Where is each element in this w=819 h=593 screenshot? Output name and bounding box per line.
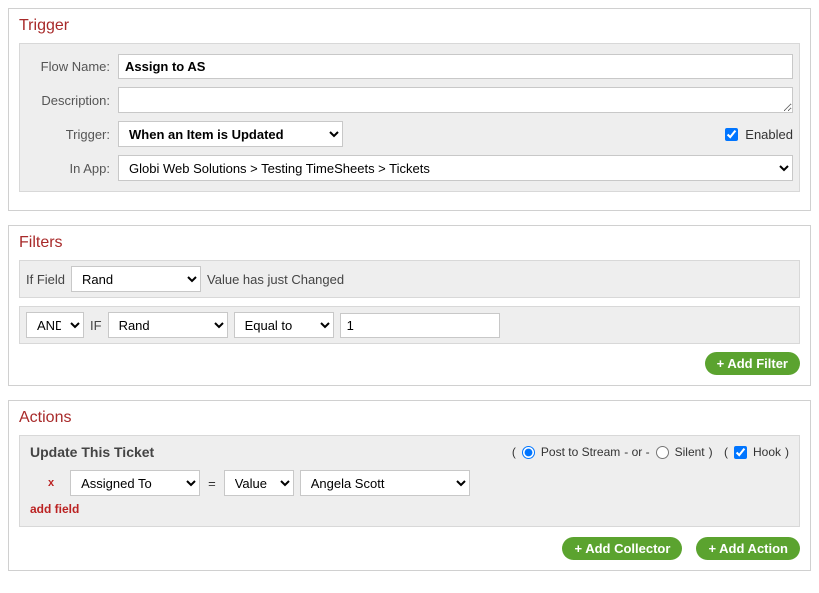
action-mode-select[interactable]: Value	[224, 470, 294, 496]
enabled-checkbox[interactable]	[725, 128, 738, 141]
trigger-label: Trigger:	[26, 127, 118, 142]
trigger-form: Flow Name: Description: Trigger: When an…	[19, 43, 800, 192]
filter2-op-select[interactable]: Equal to	[234, 312, 334, 338]
filter2-value-input[interactable]	[340, 313, 500, 338]
filters-title: Filters	[19, 234, 800, 252]
value-changed-text: Value has just Changed	[207, 272, 344, 287]
action-value-select[interactable]: Angela Scott	[300, 470, 470, 496]
filter2-field-select[interactable]: Rand	[108, 312, 228, 338]
flow-name-row: Flow Name:	[26, 50, 793, 83]
paren-close: )	[709, 445, 713, 459]
in-app-select[interactable]: Globi Web Solutions > Testing TimeSheets…	[118, 155, 793, 181]
add-collector-button[interactable]: + Add Collector	[562, 537, 682, 560]
trigger-title: Trigger	[19, 17, 800, 35]
trigger-row: Trigger: When an Item is Updated Enabled	[26, 117, 793, 151]
conjunction-select[interactable]: AND	[26, 312, 84, 338]
paren-open: (	[512, 445, 516, 459]
action-title: Update This Ticket	[30, 444, 154, 460]
action-box: Update This Ticket ( Post to Stream - or…	[19, 435, 800, 527]
action-field-select[interactable]: Assigned To	[70, 470, 200, 496]
paren-open2: (	[724, 445, 728, 459]
trigger-panel: Trigger Flow Name: Description: Trigger:…	[8, 8, 811, 211]
action-line: x Assigned To = Value Angela Scott	[30, 468, 789, 502]
paren-close2: )	[785, 445, 789, 459]
filters-panel: Filters If Field Rand Value has just Cha…	[8, 225, 811, 386]
silent-radio[interactable]	[656, 446, 669, 459]
if-field-label: If Field	[26, 272, 65, 287]
in-app-label: In App:	[26, 161, 118, 176]
trigger-select[interactable]: When an Item is Updated	[118, 121, 343, 147]
flow-name-label: Flow Name:	[26, 59, 118, 74]
description-label: Description:	[26, 93, 118, 108]
post-to-stream-radio[interactable]	[522, 446, 535, 459]
in-app-row: In App: Globi Web Solutions > Testing Ti…	[26, 151, 793, 185]
or-text: - or -	[624, 445, 649, 459]
add-field-link[interactable]: add field	[30, 502, 789, 516]
enabled-wrap: Enabled	[721, 125, 793, 144]
hook-checkbox[interactable]	[734, 446, 747, 459]
enabled-label: Enabled	[745, 127, 793, 142]
add-filter-button[interactable]: + Add Filter	[705, 352, 800, 375]
description-row: Description:	[26, 83, 793, 117]
filters-button-row: + Add Filter	[19, 352, 800, 375]
add-action-button[interactable]: + Add Action	[696, 537, 800, 560]
post-to-stream-label: Post to Stream	[541, 445, 620, 459]
remove-line-button[interactable]: x	[48, 477, 54, 489]
hook-label: Hook	[753, 445, 781, 459]
silent-label: Silent	[675, 445, 705, 459]
actions-panel: Actions Update This Ticket ( Post to Str…	[8, 400, 811, 571]
actions-button-row: + Add Collector + Add Action	[19, 537, 800, 560]
flow-name-input[interactable]	[118, 54, 793, 79]
action-options: ( Post to Stream - or - Silent ) ( Hook …	[512, 445, 789, 459]
filter1-field-select[interactable]: Rand	[71, 266, 201, 292]
if-label: IF	[90, 318, 102, 333]
filter-row-2: AND IF Rand Equal to	[19, 306, 800, 344]
equals-sign: =	[206, 476, 218, 491]
action-head: Update This Ticket ( Post to Stream - or…	[30, 444, 789, 460]
actions-title: Actions	[19, 409, 800, 427]
description-input[interactable]	[118, 87, 793, 113]
filter-row-1: If Field Rand Value has just Changed	[19, 260, 800, 298]
